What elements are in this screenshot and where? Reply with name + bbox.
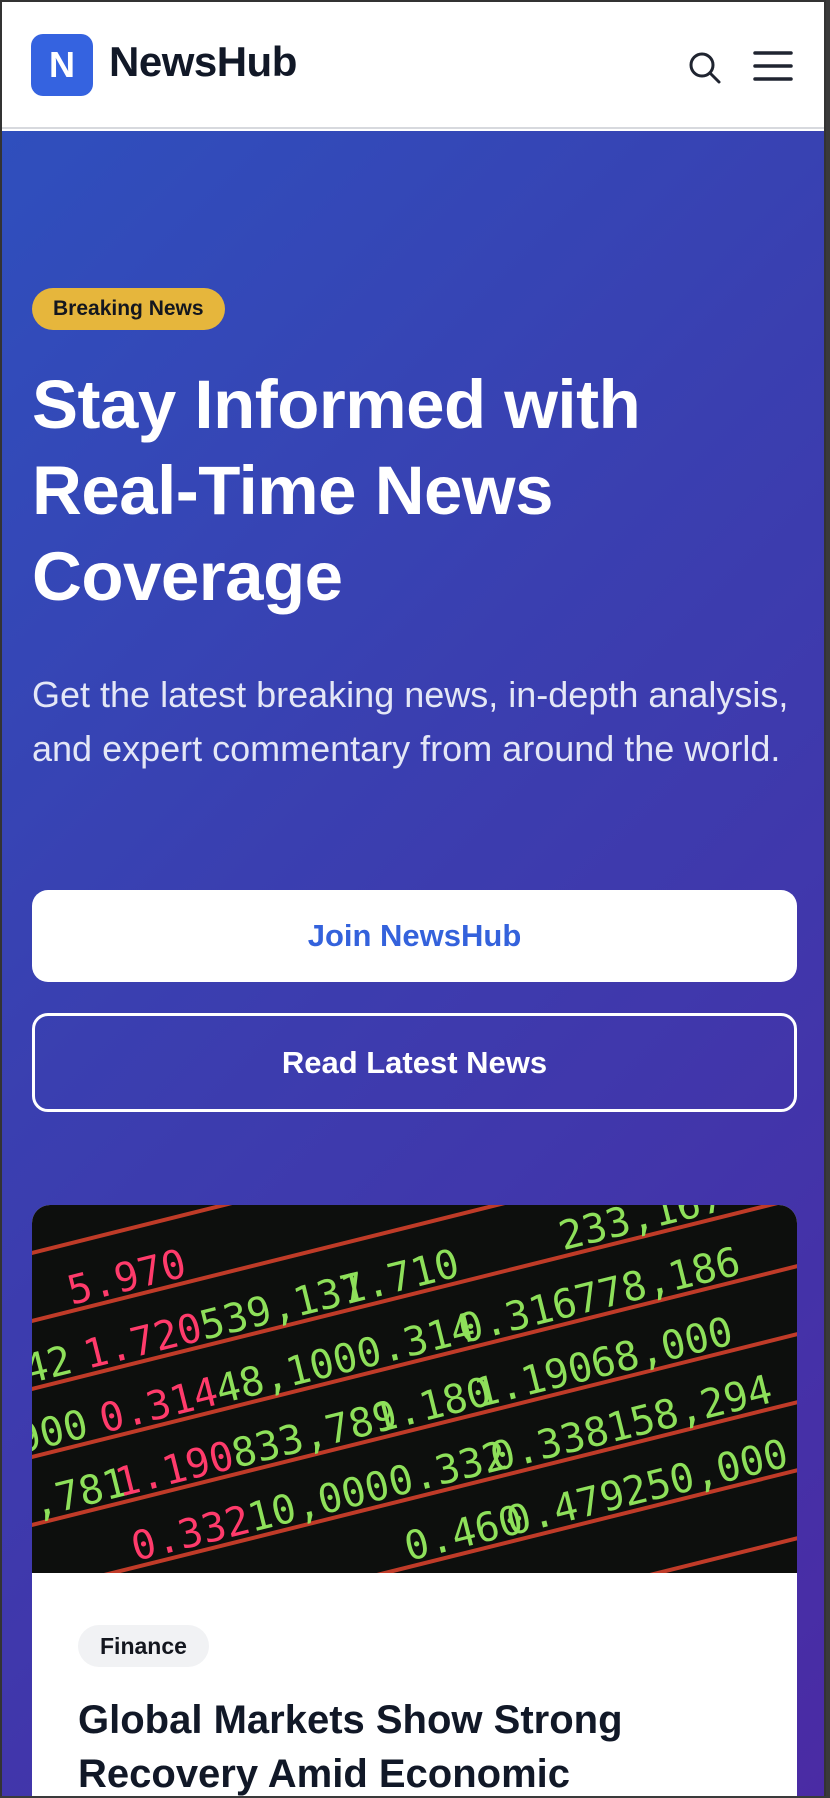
join-newshub-button[interactable]: Join NewsHub <box>32 890 797 982</box>
ticker-value: 0.332 <box>127 1497 255 1571</box>
article-image: 955.970,5421.720539,1371.710233,167,9000… <box>32 1205 797 1573</box>
article-body: Finance Global Markets Show Strong Recov… <box>32 1573 797 1796</box>
brand-name[interactable]: NewsHub <box>109 38 297 86</box>
ticker-value: 0.338 <box>486 1407 614 1481</box>
article-title[interactable]: Global Markets Show Strong Recovery Amid… <box>78 1693 768 1796</box>
read-latest-news-button[interactable]: Read Latest News <box>32 1013 797 1112</box>
hero-section: Breaking News Stay Informed with Real-Ti… <box>2 131 824 1796</box>
logo-icon[interactable]: N <box>31 34 93 96</box>
ticker-value: 1.720 <box>79 1305 207 1379</box>
hero-headline: Stay Informed with Real-Time News Covera… <box>32 366 641 615</box>
ticker-value: ,542 <box>32 1337 77 1405</box>
ticker-value: 10,000 <box>243 1462 394 1542</box>
featured-article-card[interactable]: 955.970,5421.720539,1371.710233,167,9000… <box>32 1205 797 1796</box>
ticker-value: 68,000 <box>586 1309 737 1389</box>
browser-viewport: N NewsHub Breaking News Stay Informed wi… <box>0 0 826 1796</box>
ticker-value: 5.970 <box>63 1241 191 1315</box>
ticker-board: 955.970,5421.720539,1371.710233,167,9000… <box>32 1205 797 1573</box>
site-header: N NewsHub <box>2 2 824 129</box>
breaking-news-badge: Breaking News <box>32 288 225 330</box>
stock-ticker-image: 955.970,5421.720539,1371.710233,167,9000… <box>32 1205 797 1573</box>
ticker-value: 1.710 <box>336 1241 464 1315</box>
ticker-value: 0.314 <box>95 1369 223 1443</box>
search-icon[interactable] <box>685 48 725 88</box>
ticker-value: 0.479 <box>502 1471 630 1545</box>
ticker-value: 1.190 <box>470 1343 598 1417</box>
ticker-value: 0.316 <box>454 1279 582 1353</box>
hero-subtext: Get the latest breaking news, in-depth a… <box>32 674 789 769</box>
ticker-value: 1.190 <box>111 1433 239 1507</box>
category-tag[interactable]: Finance <box>78 1625 209 1667</box>
ticker-value: ,900 <box>32 1401 93 1469</box>
menu-icon[interactable] <box>752 48 794 84</box>
ticker-value: 48,100 <box>211 1334 362 1414</box>
